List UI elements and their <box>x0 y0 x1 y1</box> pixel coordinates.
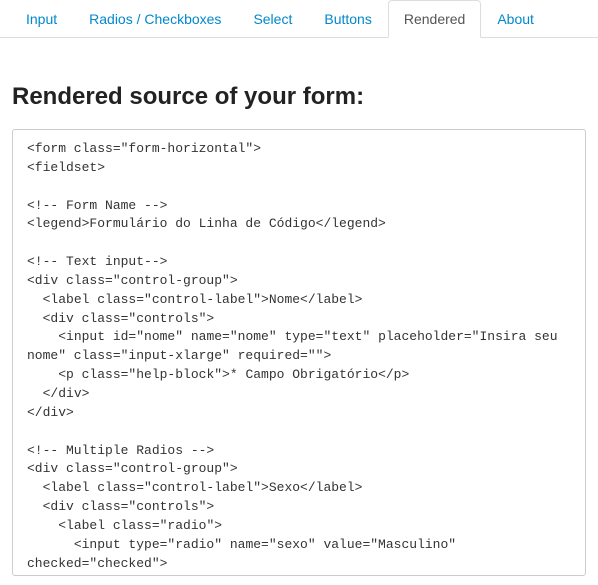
tab-buttons[interactable]: Buttons <box>308 0 387 38</box>
page-title: Rendered source of your form: <box>12 83 586 111</box>
rendered-source-container: <form class="form-horizontal"> <fieldset… <box>12 129 586 576</box>
tab-radios-checkboxes[interactable]: Radios / Checkboxes <box>73 0 237 38</box>
tab-content: Rendered source of your form: <form clas… <box>0 38 598 576</box>
tab-bar: Input Radios / Checkboxes Select Buttons… <box>0 0 598 38</box>
tab-rendered[interactable]: Rendered <box>388 0 482 38</box>
tab-select[interactable]: Select <box>237 0 308 38</box>
rendered-source-code[interactable]: <form class="form-horizontal"> <fieldset… <box>13 130 585 575</box>
tab-input[interactable]: Input <box>10 0 73 38</box>
tab-about[interactable]: About <box>481 0 550 38</box>
